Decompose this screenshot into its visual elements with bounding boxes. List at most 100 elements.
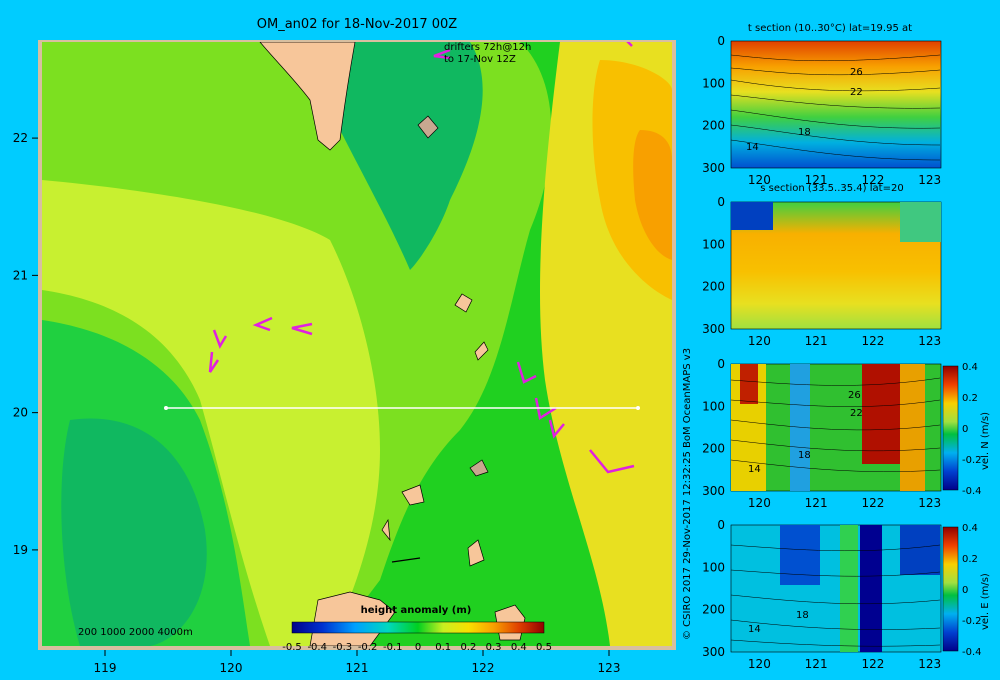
t-section-title: t section (10..30°C) lat=19.95 at	[748, 23, 912, 34]
t-section-panel: t section (10..30°C) lat=19.95 at 26 22 …	[730, 23, 942, 169]
map-x-axis: 119 120 121 122 123	[94, 650, 621, 675]
colorbar-tick-label: 0	[415, 642, 421, 653]
y-tick-label: 22	[13, 131, 28, 145]
colorbar-label: height anomaly (m)	[361, 605, 472, 616]
section-x-tick-label: 120	[748, 334, 771, 348]
vn-band	[862, 364, 900, 464]
ve-band	[860, 525, 882, 652]
ve-band	[840, 525, 858, 652]
y-tick-label: 19	[13, 543, 28, 557]
map-y-axis: 19 20 21 22	[13, 131, 38, 557]
section-line-start	[164, 406, 168, 410]
section-x-tick-label: 120	[748, 496, 771, 510]
colorbar-tick-label: 0.1	[435, 642, 451, 653]
section-colorbar-tick-label: 0	[962, 585, 968, 596]
main-map: 200 1000 2000 4000m drifters 72h@12h to …	[13, 40, 676, 675]
section-y-tick-label: 300	[702, 322, 725, 336]
colorbar-ticks: -0.5 -0.4 -0.3 -0.2 -0.1 0 0.1 0.2 0.3 0.4 0.5	[282, 642, 552, 653]
section-y-tick-label: 300	[702, 161, 725, 175]
section-y-tick-label: 100	[702, 399, 725, 413]
ve-colorbar-label: vel. E (m/s)	[980, 573, 991, 630]
section-x-tick-label: 122	[861, 657, 884, 671]
ve-section-panel: 18 14 vel. E (m/s)	[730, 524, 991, 653]
section-x-tick-label: 121	[805, 496, 828, 510]
section-y-tick-label: 200	[702, 119, 725, 133]
t-contour-label: 14	[746, 142, 759, 153]
ve-band	[780, 525, 820, 585]
copyright-text: © CSIRO 2017 29-Nov-2017 12:32:25 BoM Oc…	[682, 348, 693, 640]
vn-section-panel: 26 22 18 14 vel. N (m/s)	[730, 363, 991, 492]
s-section-panel: s section (33.5..35.4) lat=20	[730, 183, 942, 330]
x-tick-label: 120	[220, 661, 243, 675]
section-y-tick-label: 0	[717, 195, 725, 209]
vn-band	[900, 364, 925, 491]
section-x-tick-label: 120	[748, 657, 771, 671]
s-section-fresh-core	[731, 202, 773, 230]
colorbar-tick-label: -0.5	[282, 642, 302, 653]
figure-title: OM_an02 for 18-Nov-2017 00Z	[257, 17, 458, 32]
colorbar-tick-label: -0.2	[358, 642, 378, 653]
vn-contour-label: 14	[748, 464, 761, 475]
section-y-tick-label: 100	[702, 560, 725, 574]
section-x-tick-label: 121	[805, 657, 828, 671]
y-tick-label: 21	[13, 268, 28, 282]
colorbar-tick-label: -0.3	[333, 642, 353, 653]
section-colorbar-tick-label: -0.4	[962, 647, 982, 658]
section-x-tick-label: 121	[805, 334, 828, 348]
section-x-tick-label: 123	[918, 334, 941, 348]
vn-contour-label: 26	[848, 390, 861, 401]
ve-band	[900, 525, 940, 575]
section-y-tick-label: 100	[702, 76, 725, 90]
ve-colorbar	[942, 526, 959, 652]
vn-band	[740, 364, 758, 404]
vn-contour-label: 18	[798, 450, 811, 461]
section-colorbar-tick-label: 0.2	[962, 393, 978, 404]
colorbar-tick-label: 0.4	[511, 642, 527, 653]
figure: OM_an02 for 18-Nov-2017 00Z 200 1000 200…	[13, 17, 991, 675]
ve-contour-label: 14	[748, 624, 761, 635]
vn-colorbar	[942, 365, 959, 491]
t-contour-label: 22	[850, 87, 863, 98]
s-section-east-surface	[900, 202, 941, 242]
t-contour-label: 26	[850, 67, 863, 78]
section-colorbar-tick-label: 0.2	[962, 554, 978, 565]
drifters-label-1: drifters 72h@12h	[444, 42, 531, 53]
colorbar-tick-label: -0.4	[307, 642, 327, 653]
section-x-tick-label: 122	[861, 334, 884, 348]
section-x-tick-label: 123	[918, 657, 941, 671]
section-x-tick-label: 123	[918, 496, 941, 510]
t-contour-label: 18	[798, 127, 811, 138]
section-y-tick-label: 0	[717, 34, 725, 48]
section-x-tick-label: 122	[861, 173, 884, 187]
section-y-tick-label: 0	[717, 518, 725, 532]
scale-bar: 200 1000 2000 4000m	[78, 627, 193, 638]
drifters-label-2: to 17-Nov 12Z	[444, 54, 516, 65]
section-colorbar-tick-label: 0.4	[962, 523, 978, 534]
colorbar-tick-label: 0.3	[486, 642, 502, 653]
t-section-plot	[730, 40, 942, 169]
y-tick-label: 20	[13, 406, 28, 420]
section-colorbar-tick-label: 0	[962, 424, 968, 435]
section-y-tick-label: 200	[702, 280, 725, 294]
section-y-tick-label: 0	[717, 357, 725, 371]
section-x-tick-label: 121	[805, 173, 828, 187]
x-tick-label: 119	[94, 661, 117, 675]
colorbar-ramp	[291, 621, 545, 634]
colorbar-tick-label: -0.1	[383, 642, 403, 653]
x-tick-label: 123	[598, 661, 621, 675]
section-y-tick-label: 200	[702, 603, 725, 617]
section-colorbar-tick-label: 0.4	[962, 362, 978, 373]
section-y-tick-label: 300	[702, 484, 725, 498]
colorbar-tick-label: 0.5	[536, 642, 552, 653]
section-x-tick-label: 122	[861, 496, 884, 510]
vn-contour-label: 22	[850, 408, 863, 419]
section-y-tick-label: 300	[702, 645, 725, 659]
section-colorbar-tick-label: -0.2	[962, 616, 982, 627]
ve-contour-label: 18	[796, 610, 809, 621]
section-y-tick-label: 200	[702, 442, 725, 456]
section-colorbar-tick-label: -0.2	[962, 455, 982, 466]
x-tick-label: 121	[346, 661, 369, 675]
section-colorbar-tick-label: -0.4	[962, 486, 982, 497]
vn-colorbar-label: vel. N (m/s)	[980, 412, 991, 470]
section-y-tick-label: 100	[702, 237, 725, 251]
